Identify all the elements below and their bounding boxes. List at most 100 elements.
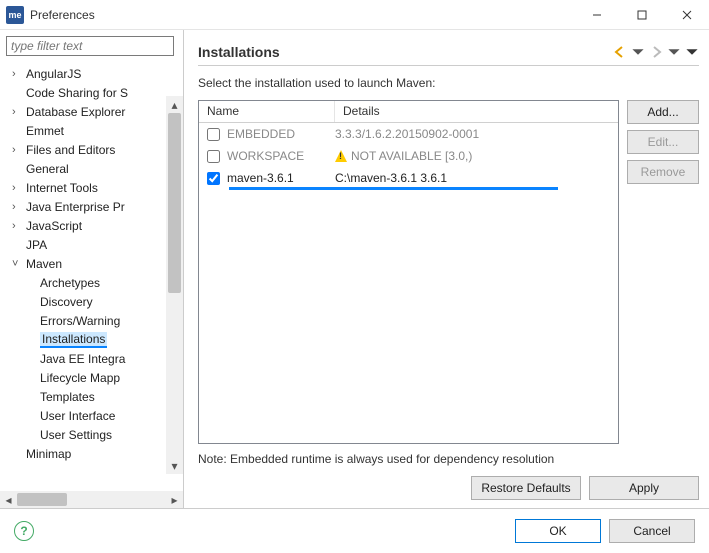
nav-forward-menu-icon[interactable] xyxy=(667,45,681,59)
tree-item-templates[interactable]: Templates xyxy=(0,387,183,406)
tree-horizontal-scrollbar[interactable]: ◂ ▸ xyxy=(0,491,183,508)
installation-details: NOT AVAILABLE [3.0,) xyxy=(335,149,618,163)
tree-item-discovery[interactable]: Discovery xyxy=(0,292,183,311)
note-text: Note: Embedded runtime is always used fo… xyxy=(198,452,699,466)
dialog-footer: ? OK Cancel xyxy=(0,508,709,553)
app-icon: me xyxy=(6,6,24,24)
tree-item-label: Installations xyxy=(40,332,107,348)
warning-icon xyxy=(335,150,347,162)
tree-item-installations[interactable]: Installations xyxy=(0,330,183,349)
tree-item-label: JPA xyxy=(26,238,47,252)
installation-details: 3.3.3/1.6.2.20150902-0001 xyxy=(335,127,618,141)
installations-table: Name Details EMBEDDED3.3.3/1.6.2.2015090… xyxy=(198,100,619,444)
tree-item-emmet[interactable]: Emmet xyxy=(0,121,183,140)
chevron-right-icon[interactable]: › xyxy=(12,220,26,232)
tree-item-internet-tools[interactable]: ›Internet Tools xyxy=(0,178,183,197)
tree-item-label: Code Sharing for S xyxy=(26,86,128,100)
help-icon[interactable]: ? xyxy=(14,521,34,541)
tree-item-javascript[interactable]: ›JavaScript xyxy=(0,216,183,235)
tree-item-label: Java EE Integra xyxy=(40,352,125,366)
edit-button[interactable]: Edit... xyxy=(627,130,699,154)
add-button[interactable]: Add... xyxy=(627,100,699,124)
tree-item-label: Errors/Warning xyxy=(40,314,120,328)
tree-item-label: Archetypes xyxy=(40,276,100,290)
tree-item-label: Files and Editors xyxy=(26,143,115,157)
chevron-right-icon[interactable]: › xyxy=(12,201,26,213)
remove-button[interactable]: Remove xyxy=(627,160,699,184)
installation-checkbox[interactable] xyxy=(207,172,220,185)
chevron-right-icon[interactable]: › xyxy=(12,182,26,194)
tree-item-database-explorer[interactable]: ›Database Explorer xyxy=(0,102,183,121)
preferences-tree[interactable]: ›AngularJSCode Sharing for S›Database Ex… xyxy=(0,62,183,465)
tree-vertical-scrollbar[interactable]: ▴ ▾ xyxy=(166,96,183,474)
column-details[interactable]: Details xyxy=(335,101,618,122)
page-title: Installations xyxy=(198,44,609,60)
tree-item-files-and-editors[interactable]: ›Files and Editors xyxy=(0,140,183,159)
tree-item-label: Lifecycle Mapp xyxy=(40,371,120,385)
installation-name: WORKSPACE xyxy=(227,149,335,163)
tree-item-minimap[interactable]: Minimap xyxy=(0,444,183,463)
column-name[interactable]: Name xyxy=(199,101,335,122)
installation-checkbox[interactable] xyxy=(207,150,220,163)
chevron-down-icon[interactable]: ˅ xyxy=(12,258,26,270)
view-menu-icon[interactable] xyxy=(685,45,699,59)
tree-item-jpa[interactable]: JPA xyxy=(0,235,183,254)
tree-item-lifecycle-mapp[interactable]: Lifecycle Mapp xyxy=(0,368,183,387)
nav-back-menu-icon[interactable] xyxy=(631,45,645,59)
tree-item-label: Emmet xyxy=(26,124,64,138)
chevron-right-icon[interactable]: › xyxy=(12,144,26,156)
maximize-button[interactable] xyxy=(619,0,664,30)
apply-button[interactable]: Apply xyxy=(589,476,699,500)
chevron-right-icon[interactable]: › xyxy=(12,106,26,118)
tree-item-label: General xyxy=(26,162,69,176)
page-description: Select the installation used to launch M… xyxy=(198,76,699,90)
tree-item-label: AngularJS xyxy=(26,67,81,81)
chevron-right-icon[interactable]: › xyxy=(12,68,26,80)
scroll-thumb[interactable] xyxy=(168,113,181,293)
close-button[interactable] xyxy=(664,0,709,30)
restore-defaults-button[interactable]: Restore Defaults xyxy=(471,476,581,500)
cancel-button[interactable]: Cancel xyxy=(609,519,695,543)
tree-item-label: Internet Tools xyxy=(26,181,98,195)
tree-item-errors-warning[interactable]: Errors/Warning xyxy=(0,311,183,330)
tree-item-user-settings[interactable]: User Settings xyxy=(0,425,183,444)
tree-item-label: JavaScript xyxy=(26,219,82,233)
tree-item-label: User Settings xyxy=(40,428,112,442)
tree-item-label: User Interface xyxy=(40,409,115,423)
tree-item-user-interface[interactable]: User Interface xyxy=(0,406,183,425)
scroll-down-icon[interactable]: ▾ xyxy=(166,457,183,474)
tree-item-code-sharing-for-s[interactable]: Code Sharing for S xyxy=(0,83,183,102)
nav-forward-icon[interactable] xyxy=(649,45,663,59)
installation-checkbox[interactable] xyxy=(207,128,220,141)
table-row[interactable]: maven-3.6.1C:\maven-3.6.1 3.6.1 xyxy=(199,167,618,189)
filter-input[interactable] xyxy=(6,36,174,56)
scroll-right-icon[interactable]: ▸ xyxy=(166,493,183,507)
tree-item-maven[interactable]: ˅Maven xyxy=(0,254,183,273)
installation-details: C:\maven-3.6.1 3.6.1 xyxy=(335,171,618,185)
tree-item-archetypes[interactable]: Archetypes xyxy=(0,273,183,292)
left-panel: ›AngularJSCode Sharing for S›Database Ex… xyxy=(0,30,184,508)
table-row[interactable]: EMBEDDED3.3.3/1.6.2.20150902-0001 xyxy=(199,123,618,145)
table-header: Name Details xyxy=(199,101,618,123)
tree-item-angularjs[interactable]: ›AngularJS xyxy=(0,64,183,83)
tree-item-java-enterprise-pr[interactable]: ›Java Enterprise Pr xyxy=(0,197,183,216)
ok-button[interactable]: OK xyxy=(515,519,601,543)
minimize-button[interactable] xyxy=(574,0,619,30)
tree-item-label: Templates xyxy=(40,390,95,404)
tree-item-label: Discovery xyxy=(40,295,93,309)
tree-item-label: Minimap xyxy=(26,447,71,461)
installation-name: EMBEDDED xyxy=(227,127,335,141)
nav-back-icon[interactable] xyxy=(613,45,627,59)
hscroll-thumb[interactable] xyxy=(17,493,67,506)
right-panel: Installations Select the installation us… xyxy=(184,30,709,508)
scroll-left-icon[interactable]: ◂ xyxy=(0,493,17,507)
window-title: Preferences xyxy=(30,8,95,22)
titlebar: me Preferences xyxy=(0,0,709,30)
tree-item-label: Database Explorer xyxy=(26,105,125,119)
installation-name: maven-3.6.1 xyxy=(227,171,335,185)
tree-item-java-ee-integra[interactable]: Java EE Integra xyxy=(0,349,183,368)
tree-item-general[interactable]: General xyxy=(0,159,183,178)
table-row[interactable]: WORKSPACENOT AVAILABLE [3.0,) xyxy=(199,145,618,167)
tree-item-label: Java Enterprise Pr xyxy=(26,200,125,214)
scroll-up-icon[interactable]: ▴ xyxy=(166,96,183,113)
